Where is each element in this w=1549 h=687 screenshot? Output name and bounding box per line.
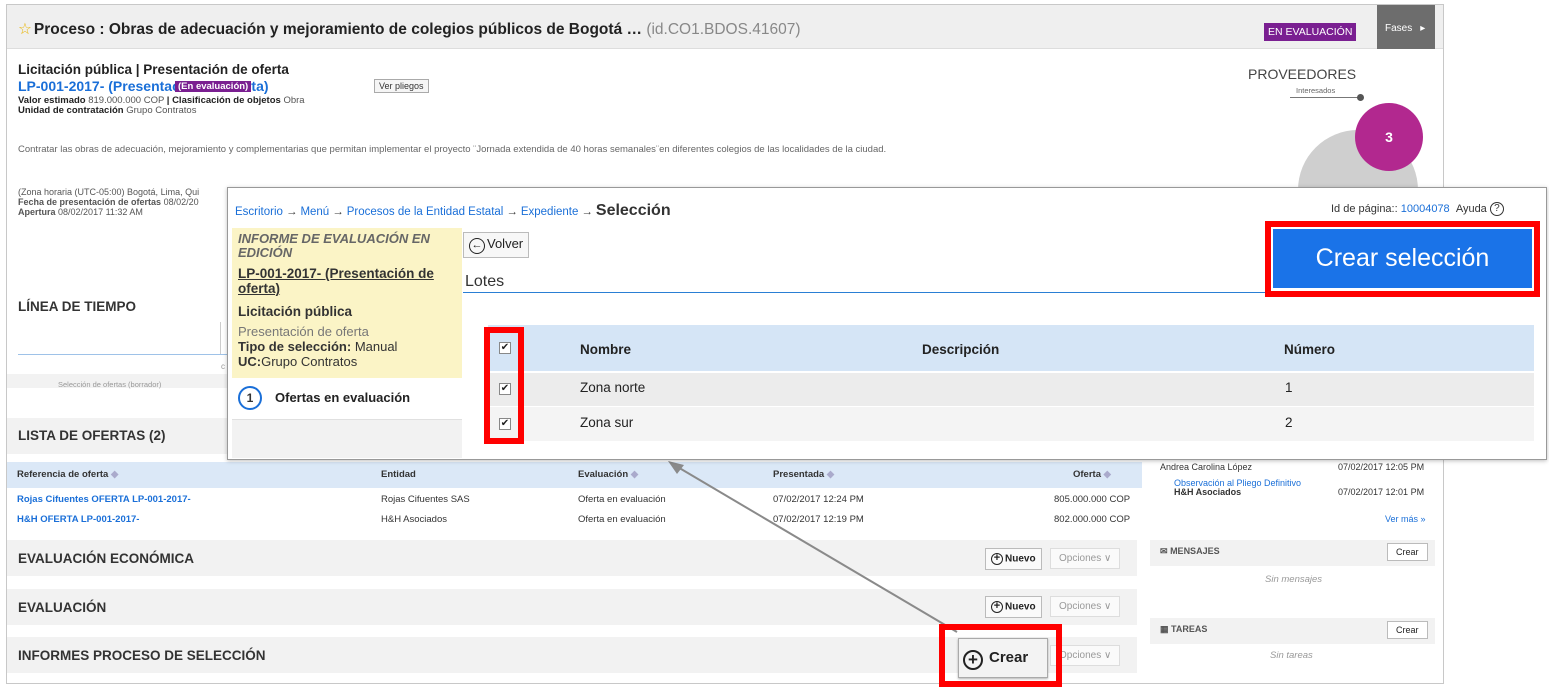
report-proc-type: Licitación pública	[238, 304, 353, 319]
highlight-frame	[1265, 221, 1540, 297]
report-details: Presentación de oferta Tipo de selección…	[238, 324, 398, 369]
step-label[interactable]: Ofertas en evaluación	[275, 390, 410, 405]
highlight-frame	[939, 624, 1062, 687]
step-number: 1	[238, 386, 262, 410]
page-title: Selección	[595, 202, 671, 219]
report-reference[interactable]: LP-001-2017- (Presentación de oferta)	[238, 266, 458, 296]
breadcrumb: Escritorio → Menú → Procesos de la Entidad E…	[235, 202, 671, 219]
highlight-frame	[484, 327, 524, 444]
help-icon[interactable]: ?	[1489, 202, 1504, 216]
col-descripcion: Descripción	[922, 342, 1000, 357]
breadcrumb-escritorio[interactable]: Escritorio	[235, 206, 283, 218]
breadcrumb-procesos[interactable]: Procesos de la Entidad Estatal	[347, 206, 504, 218]
back-arrow-icon: ←	[469, 238, 485, 254]
volver-button[interactable]: ← Volver	[463, 232, 530, 258]
lots-table-header	[488, 325, 1534, 371]
page-id: Id de página:: 10004078 Ayuda ?	[1331, 202, 1504, 216]
lot-name: Zona sur	[580, 415, 634, 430]
lotes-title: Lotes	[465, 273, 505, 290]
breadcrumb-expediente[interactable]: Expediente	[521, 206, 579, 218]
lot-number: 2	[1285, 415, 1293, 430]
lot-name: Zona norte	[580, 380, 646, 395]
breadcrumb-menu[interactable]: Menú	[300, 206, 329, 218]
report-status: INFORME DE EVALUACIÓN EN EDICIÓN	[238, 231, 430, 260]
lot-number: 1	[1285, 380, 1293, 395]
help-link[interactable]: Ayuda	[1456, 203, 1487, 215]
col-nombre: Nombre	[580, 342, 632, 357]
table-row	[488, 407, 1534, 441]
col-numero: Número	[1284, 342, 1336, 357]
